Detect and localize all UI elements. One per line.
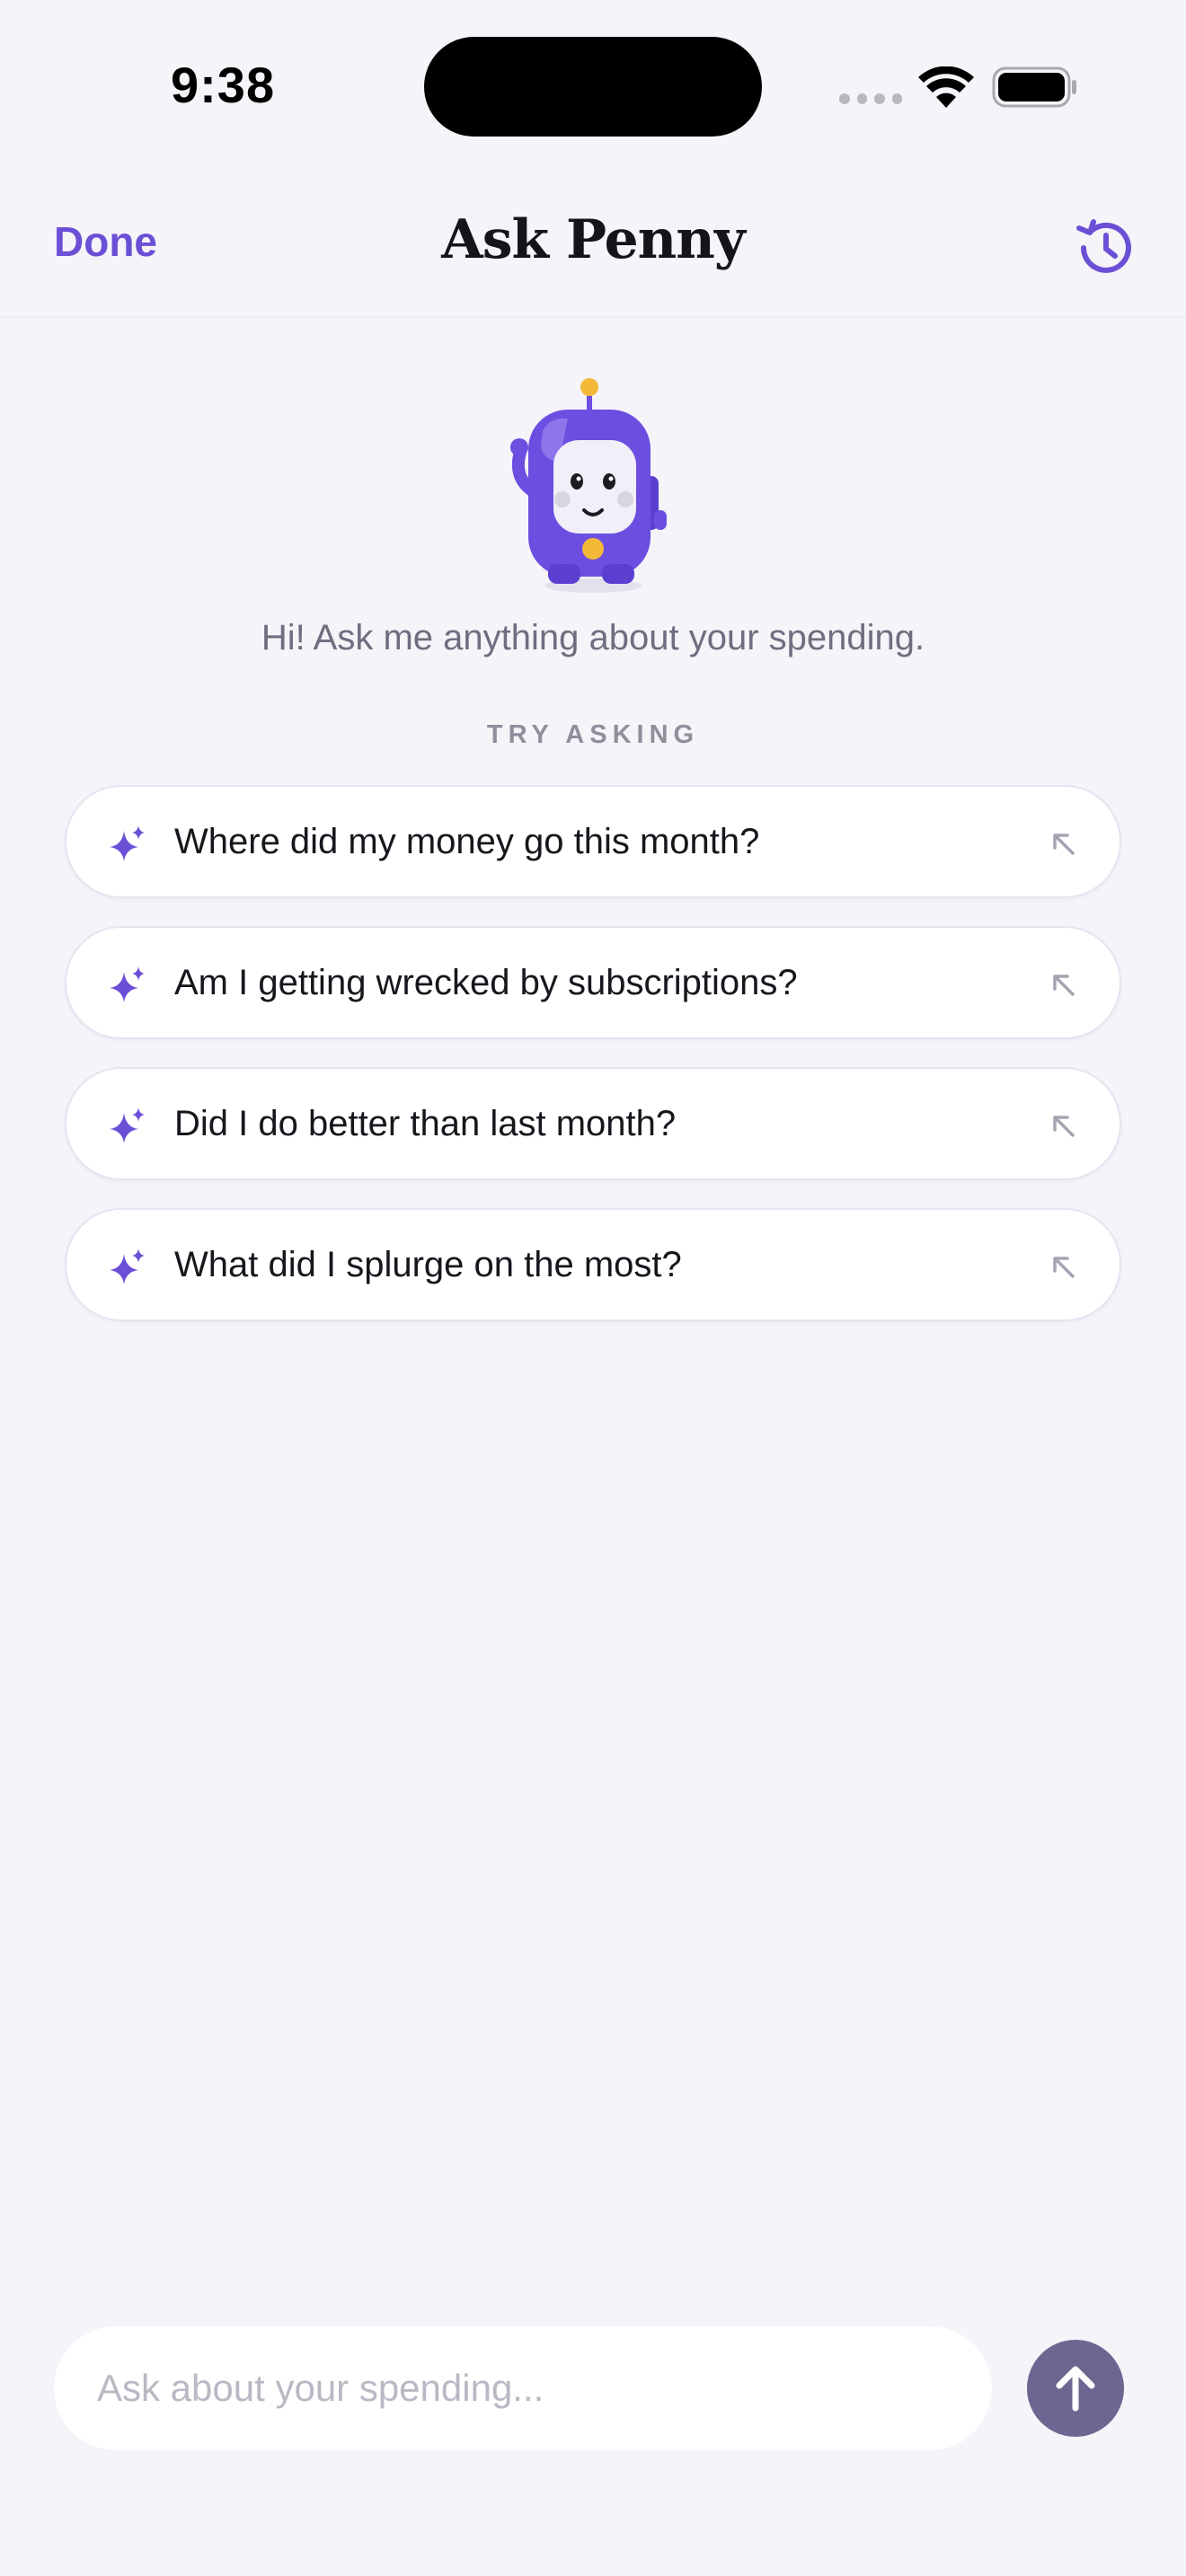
suggestion-list: Where did my money go this month? Am I g… [65, 785, 1121, 1349]
suggestion-text: What did I splurge on the most? [174, 1245, 682, 1284]
send-button[interactable] [1027, 2340, 1124, 2437]
battery-icon [992, 66, 1076, 108]
arrow-up-icon [1056, 2366, 1095, 2412]
suggestion-chip[interactable]: What did I splurge on the most? [65, 1208, 1121, 1321]
navigation-bar: Done Ask Penny [0, 180, 1186, 318]
arrow-up-left-icon [1053, 975, 1075, 996]
suggestion-chip[interactable]: Where did my money go this month? [65, 785, 1121, 898]
cellular-signal-icon [839, 93, 902, 106]
done-button[interactable]: Done [54, 217, 157, 266]
dynamic-island [424, 37, 762, 137]
suggestion-chip[interactable]: Did I do better than last month? [65, 1067, 1121, 1180]
sparkle-icon [110, 966, 145, 1002]
suggestion-chip[interactable]: Am I getting wrecked by subscriptions? [65, 926, 1121, 1039]
history-button[interactable] [1071, 214, 1139, 282]
arrow-up-left-icon [1053, 1257, 1075, 1278]
page-title: Ask Penny [441, 208, 746, 271]
sparkle-icon [110, 1248, 145, 1284]
history-icon [1076, 219, 1131, 273]
sparkle-icon [110, 1107, 145, 1143]
wifi-icon [918, 66, 974, 108]
suggestion-text: Am I getting wrecked by subscriptions? [174, 963, 798, 1002]
greeting-text: Hi! Ask me anything about your spending. [261, 618, 925, 657]
ask-input[interactable] [54, 2326, 992, 2450]
robot-mascot-icon [510, 378, 667, 593]
try-asking-label: TRY ASKING [486, 720, 700, 749]
arrow-up-left-icon [1053, 834, 1075, 855]
status-time: 9:38 [171, 57, 276, 113]
suggestion-text: Did I do better than last month? [174, 1104, 677, 1143]
status-bar: 9:38 [0, 0, 1186, 180]
arrow-up-left-icon [1053, 1116, 1075, 1137]
sparkle-icon [110, 825, 145, 861]
ask-penny-screen: 9:38 Done Ask Penny Hi! Ask me anything … [0, 0, 1186, 2576]
suggestion-text: Where did my money go this month? [174, 822, 760, 861]
